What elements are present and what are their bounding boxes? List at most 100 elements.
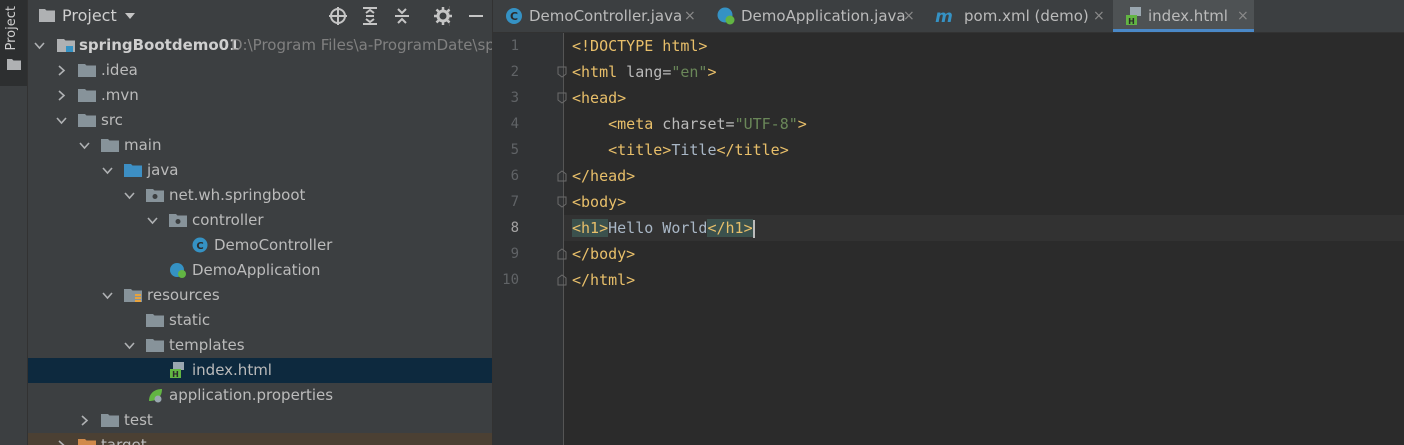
line-number: 10 <box>502 272 519 288</box>
fold-open-icon[interactable] <box>557 196 567 208</box>
fold-close-icon[interactable] <box>557 170 567 182</box>
code-line[interactable]: <!DOCTYPE html> <box>572 33 707 59</box>
tree-item-package[interactable]: net.wh.springboot <box>28 183 492 208</box>
tree-item-path: D:\Program Files\a-ProgramDate\sp <box>231 36 493 54</box>
package-icon <box>169 214 187 227</box>
code-line[interactable]: <html lang="en"> <box>572 59 717 85</box>
active-tab-underline <box>1113 29 1254 32</box>
chevron-down-icon[interactable] <box>56 115 67 126</box>
tool-window-stripe: Project <box>0 0 28 445</box>
close-icon[interactable]: × <box>1237 0 1249 32</box>
tree-item-application-properties[interactable]: application.properties <box>28 383 492 408</box>
panel-title[interactable]: Project <box>62 6 117 25</box>
tab-pom-xml[interactable]: m pom.xml (demo) × <box>925 0 1113 32</box>
line-number: 7 <box>510 194 519 210</box>
tree-item-label: static <box>169 311 211 329</box>
tab-democontroller[interactable]: C DemoController.java × <box>493 0 705 32</box>
chevron-down-icon[interactable] <box>124 340 135 351</box>
minimize-icon[interactable] <box>466 6 486 26</box>
source-folder-icon <box>124 164 142 177</box>
chevron-right-icon[interactable] <box>56 440 67 445</box>
svg-text:C: C <box>510 10 518 23</box>
chevron-down-icon[interactable] <box>124 12 136 20</box>
locate-icon[interactable] <box>328 6 348 26</box>
tree-item-label: controller <box>192 211 264 229</box>
spring-boot-app-icon <box>717 7 735 25</box>
chevron-down-icon[interactable] <box>147 215 158 226</box>
tab-index-html[interactable]: H index.html × <box>1113 0 1254 32</box>
spring-boot-app-icon <box>170 263 186 278</box>
close-icon[interactable]: × <box>684 0 696 32</box>
code-line[interactable]: </head> <box>572 163 635 189</box>
java-class-icon: C <box>192 237 208 253</box>
project-view-icon <box>39 9 55 22</box>
code-line[interactable]: </body> <box>572 241 635 267</box>
tree-item-idea[interactable]: .idea <box>28 58 492 83</box>
tree-item-controller[interactable]: controller <box>28 208 492 233</box>
tree-item-mvn[interactable]: .mvn <box>28 83 492 108</box>
tab-demoapplication[interactable]: DemoApplication.java × <box>705 0 917 32</box>
chevron-right-icon[interactable] <box>56 65 67 76</box>
folder-icon <box>146 339 164 352</box>
chevron-right-icon[interactable] <box>79 415 90 426</box>
project-tool-button[interactable]: Project <box>0 0 27 86</box>
tree-item-src[interactable]: src <box>28 108 492 133</box>
code-line[interactable]: <title>Title</title> <box>572 137 789 163</box>
fold-open-icon[interactable] <box>557 92 567 104</box>
resources-folder-icon <box>124 289 142 302</box>
tree-item-test[interactable]: test <box>28 408 492 433</box>
svg-text:m: m <box>935 7 953 25</box>
svg-text:H: H <box>1128 17 1135 25</box>
tree-item-label: main <box>124 136 162 154</box>
editor-area: C DemoController.java × DemoApplication.… <box>493 0 1404 445</box>
chevron-down-icon[interactable] <box>34 40 45 51</box>
tree-item-java[interactable]: java <box>28 158 492 183</box>
code-line[interactable]: <head> <box>572 85 626 111</box>
tree-item-label: application.properties <box>169 386 334 404</box>
line-number: 5 <box>510 142 519 158</box>
line-number: 9 <box>510 246 519 262</box>
fold-close-icon[interactable] <box>557 248 567 260</box>
tree-item-templates[interactable]: templates <box>28 333 492 358</box>
chevron-right-icon[interactable] <box>56 90 67 101</box>
line-number: 1 <box>510 38 519 54</box>
fold-close-icon[interactable] <box>557 274 567 286</box>
tab-label: pom.xml (demo) <box>964 7 1089 25</box>
fold-open-icon[interactable] <box>557 66 567 78</box>
tree-item-label: src <box>101 111 123 129</box>
code-line[interactable]: </html> <box>572 267 635 293</box>
code-line[interactable]: <h1>Hello World</h1> <box>564 215 1404 241</box>
tree-item-label: .idea <box>101 61 138 79</box>
chevron-down-icon[interactable] <box>79 140 90 151</box>
tab-label: DemoApplication.java <box>741 7 906 25</box>
tab-label: index.html <box>1148 7 1228 25</box>
project-panel: Project springBootdemo01 D:\Program File… <box>28 0 493 445</box>
chevron-down-icon[interactable] <box>124 190 135 201</box>
svg-text:C: C <box>196 241 203 252</box>
tree-item-static[interactable]: static <box>28 308 492 333</box>
tree-item-springbootdemo01[interactable]: springBootdemo01 D:\Program Files\a-Prog… <box>28 33 492 58</box>
folder-icon <box>78 89 96 102</box>
tree-item-democontroller[interactable]: C DemoController <box>28 233 492 258</box>
tree-item-target[interactable]: target <box>28 433 492 445</box>
tree-item-label: .mvn <box>101 86 139 104</box>
html-file-icon: H <box>170 362 184 378</box>
tree-item-label: springBootdemo01 <box>79 36 240 54</box>
tree-item-index-html[interactable]: H index.html <box>28 358 492 383</box>
project-panel-header: Project <box>28 0 492 32</box>
chevron-down-icon[interactable] <box>102 165 113 176</box>
tree-item-label: index.html <box>192 361 272 379</box>
tree-item-resources[interactable]: resources <box>28 283 492 308</box>
tree-item-main[interactable]: main <box>28 133 492 158</box>
tree-item-label: test <box>124 411 153 429</box>
chevron-down-icon[interactable] <box>102 290 113 301</box>
close-icon[interactable]: × <box>1093 0 1105 32</box>
expand-all-icon[interactable] <box>360 6 380 26</box>
close-icon[interactable]: × <box>903 0 915 32</box>
code-line[interactable]: <meta charset="UTF-8"> <box>572 111 807 137</box>
editor-tabs: C DemoController.java × DemoApplication.… <box>493 0 1404 33</box>
tree-item-demoapplication[interactable]: DemoApplication <box>28 258 492 283</box>
code-line[interactable]: <body> <box>572 189 626 215</box>
collapse-all-icon[interactable] <box>392 6 412 26</box>
gear-icon[interactable] <box>433 6 453 26</box>
